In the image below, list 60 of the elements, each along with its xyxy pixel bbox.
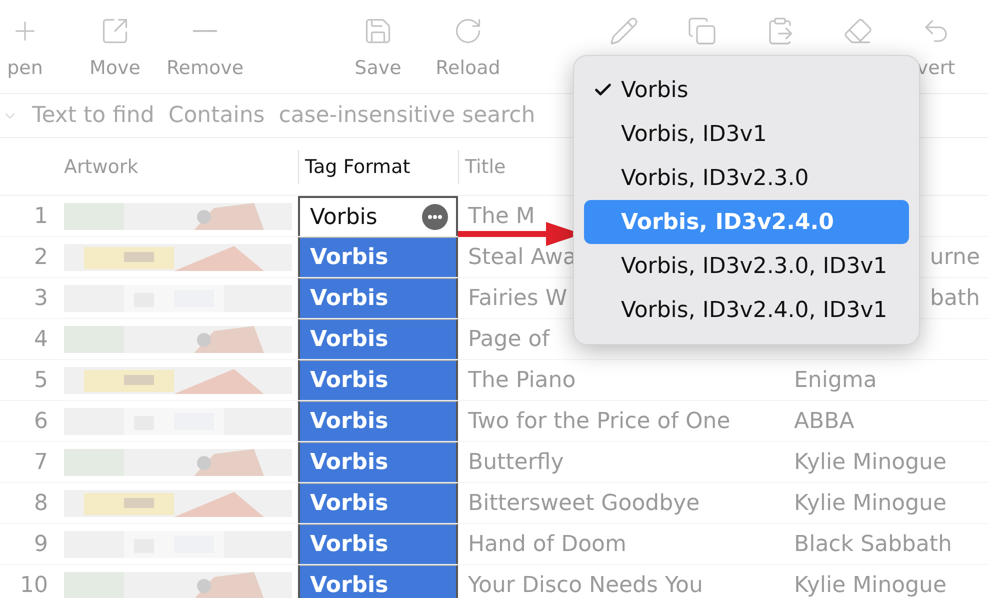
tag-format-cell[interactable]: Vorbis <box>298 565 458 598</box>
row-number: 9 <box>33 530 49 558</box>
toolbar-button[interactable]: Save <box>333 0 423 93</box>
tag-format-cell[interactable]: Vorbis <box>298 524 458 564</box>
menu-item[interactable]: Vorbis, ID3v2.3.0, ID3v1 <box>584 244 909 288</box>
menu-item[interactable]: Vorbis, ID3v2.4.0, ID3v1 <box>584 288 909 332</box>
column-header[interactable]: Artwork <box>56 150 298 184</box>
menu-item[interactable]: Vorbis, ID3v1 <box>584 112 909 156</box>
more-button[interactable] <box>422 204 448 230</box>
tag-format-cell[interactable]: Vorbis <box>298 278 458 318</box>
artist-cell: urne <box>930 244 980 270</box>
row-number: 7 <box>33 448 49 476</box>
tag-format-editor[interactable]: Vorbis <box>298 196 458 236</box>
artist-cell: Enigma <box>794 368 877 392</box>
title-cell: The M <box>468 204 535 228</box>
match-mode[interactable]: Contains <box>168 103 265 128</box>
copy-icon <box>687 16 717 46</box>
search-option[interactable]: case-insensitive search <box>278 103 536 128</box>
artist-cell: Black Sabbath <box>794 532 952 556</box>
row-number: 3 <box>33 284 49 312</box>
eraser-icon <box>843 16 873 46</box>
row-number: 5 <box>33 366 49 394</box>
row-number: 6 <box>33 408 49 436</box>
title-cell: Butterfly <box>468 450 564 474</box>
title-cell: Two for the Price of One <box>468 408 730 434</box>
toolbar-button[interactable]: Move <box>70 0 160 93</box>
title-cell: Your Disco Needs You <box>468 572 703 598</box>
row-number: 1 <box>33 202 49 230</box>
artist-cell: ABBA <box>794 408 854 434</box>
export-icon <box>100 16 130 46</box>
pencil-icon <box>609 16 639 46</box>
row-number: 10 <box>19 572 49 598</box>
tag-format-cell[interactable]: Vorbis <box>298 237 458 277</box>
toolbar-button[interactable]: pen <box>0 0 70 93</box>
toolbar-button[interactable]: Remove <box>160 0 250 93</box>
tag-format-cell[interactable]: Vorbis <box>298 360 458 400</box>
artist-cell: Kylie Minogue <box>794 450 947 474</box>
row-number: 4 <box>33 326 49 354</box>
menu-item[interactable]: Vorbis, ID3v2.3.0 <box>584 156 909 200</box>
reload-icon <box>453 16 483 46</box>
row-number: 2 <box>33 244 49 272</box>
title-cell: The Piano <box>468 368 576 392</box>
title-cell: Fairies W <box>468 286 568 310</box>
title-cell: Page of <box>468 326 550 352</box>
menu-item[interactable]: Vorbis, ID3v2.4.0 <box>584 200 909 244</box>
title-cell: Bittersweet Goodbye <box>468 490 700 516</box>
search-field[interactable]: Text to find <box>32 103 154 128</box>
tag-format-cell[interactable]: Vorbis <box>298 483 458 523</box>
artist-cell: Kylie Minogue <box>794 572 947 598</box>
artist-cell: Kylie Minogue <box>794 490 947 516</box>
tag-format-cell[interactable]: Vorbis <box>298 442 458 482</box>
row-number: 8 <box>33 490 49 518</box>
column-header[interactable]: Tag Format <box>298 150 458 184</box>
artist-cell: bath <box>930 286 980 310</box>
tag-format-cell[interactable]: Vorbis <box>298 401 458 441</box>
tag-format-cell[interactable]: Vorbis <box>298 319 458 359</box>
minus-icon <box>193 30 217 32</box>
toolbar-button[interactable]: Reload <box>423 0 513 93</box>
ellipsis-icon <box>428 215 442 219</box>
title-cell: Hand of Doom <box>468 532 626 556</box>
